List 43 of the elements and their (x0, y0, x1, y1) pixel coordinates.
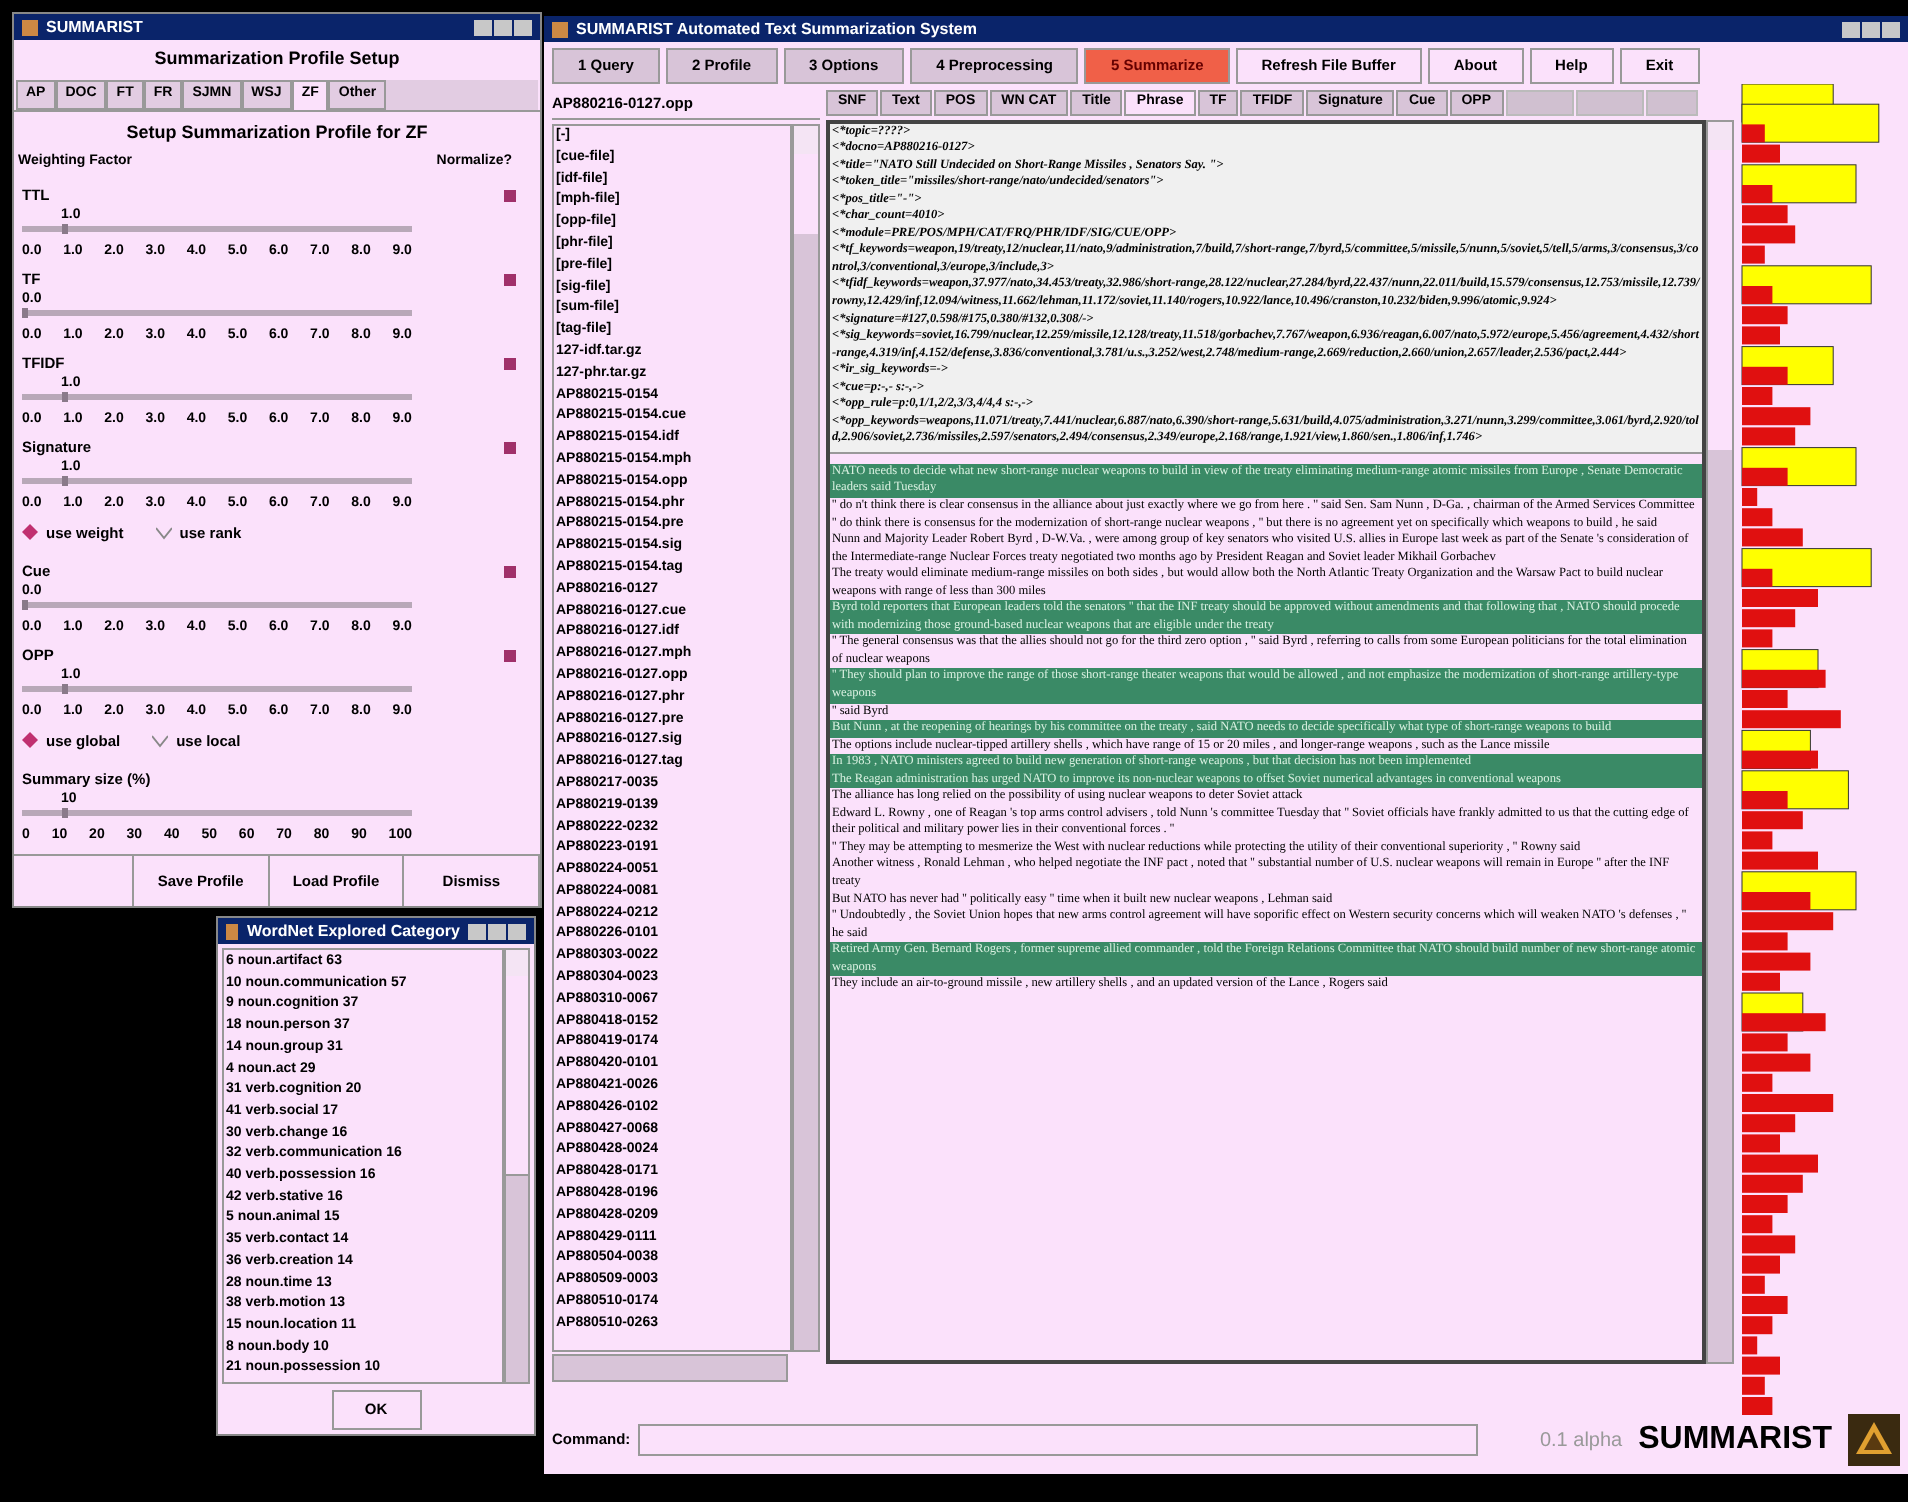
radio-button[interactable] (22, 732, 38, 749)
command-field[interactable] (638, 1424, 1479, 1456)
dialog-heading: Summarization Profile Setup (152, 46, 402, 72)
slider-track[interactable] (22, 309, 412, 315)
window-title: SUMMARIST Automated Text Summarization System (576, 21, 979, 37)
slider-thumb[interactable] (61, 475, 67, 485)
brand-name: SUMMARIST (1638, 1420, 1832, 1460)
section-heading: Setup Summarization Profile for ZF (124, 119, 430, 146)
window-title: SUMMARIST (46, 19, 145, 35)
slider-thumb[interactable] (61, 223, 67, 233)
slider-track[interactable] (22, 810, 412, 816)
slider-thumb[interactable] (61, 683, 67, 694)
normalize-checkbox[interactable] (504, 273, 516, 285)
radio-button[interactable] (155, 524, 172, 541)
logo-icon (1848, 1414, 1900, 1466)
slider-thumb[interactable] (61, 391, 67, 401)
app-icon (552, 21, 568, 37)
normalize-checkbox[interactable] (504, 441, 516, 453)
slider-track[interactable] (22, 393, 412, 399)
scrollbar[interactable] (504, 948, 530, 1384)
normalize-checkbox[interactable] (504, 649, 516, 662)
slider-track[interactable] (22, 685, 412, 692)
radio-button[interactable] (152, 732, 169, 749)
slider-track[interactable] (22, 477, 412, 483)
slider-thumb[interactable] (61, 808, 67, 818)
radio-button[interactable] (22, 524, 38, 541)
normalize-checkbox[interactable] (504, 357, 516, 369)
version-label: 0.1 alpha (1539, 1427, 1623, 1455)
scrollbar[interactable] (1706, 119, 1734, 1363)
window-controls-icon[interactable] (468, 923, 526, 939)
window-title: WordNet Explored Category (246, 923, 460, 939)
slider-track[interactable] (22, 601, 412, 608)
normalize-checkbox[interactable] (504, 565, 516, 578)
app-icon (226, 923, 239, 939)
slider-thumb[interactable] (22, 599, 28, 610)
slider-track[interactable] (22, 225, 412, 231)
scrollbar[interactable] (792, 124, 820, 1352)
normalize-checkbox[interactable] (504, 189, 516, 201)
horizontal-scrollbar[interactable] (552, 1354, 788, 1382)
window-controls-icon[interactable] (474, 19, 532, 35)
window-controls-icon[interactable] (1842, 21, 1900, 37)
slider-thumb[interactable] (22, 307, 28, 317)
app-icon (22, 19, 38, 35)
